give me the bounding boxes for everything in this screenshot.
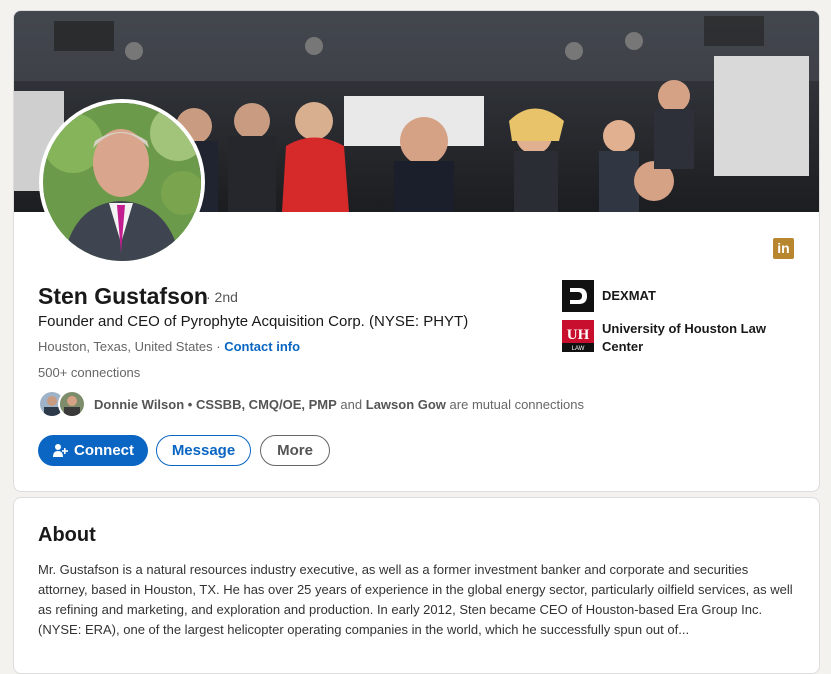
profile-location: Houston, Texas, United States · xyxy=(38,339,221,354)
mutual-connections[interactable]: Donnie Wilson • CSSBB, CMQ/OE, PMP and L… xyxy=(38,389,584,419)
about-card: About Mr. Gustafson is a natural resourc… xyxy=(13,497,820,674)
profile-headline: Founder and CEO of Pyrophyte Acquisition… xyxy=(38,313,469,330)
linkedin-icon[interactable]: in xyxy=(773,238,794,259)
uh-law-logo-text: LAW xyxy=(572,346,585,352)
education-name-uh-law: University of Houston Law Center xyxy=(602,321,766,354)
connect-label: Connect xyxy=(74,442,134,459)
dexmat-logo-icon xyxy=(562,280,594,312)
connection-degree: · 2nd xyxy=(206,289,238,305)
profile-location-row: Houston, Texas, United States · Contact … xyxy=(38,339,300,354)
experience-item-dexmat[interactable]: DEXMAT xyxy=(562,280,782,312)
contact-info-link[interactable]: Contact info xyxy=(224,339,300,354)
education-item-uh-law[interactable]: UH LAW University of Houston Law Center xyxy=(562,320,782,356)
about-text: Mr. Gustafson is a natural resources ind… xyxy=(38,562,793,637)
experience-name-dexmat: DEXMAT xyxy=(602,288,656,303)
profile-name: Sten Gustafson xyxy=(38,283,208,309)
uh-law-logo-icon: UH LAW xyxy=(562,320,594,352)
message-button[interactable]: Message xyxy=(156,435,251,466)
connections-count[interactable]: 500+ connections xyxy=(38,365,140,380)
mutual-person-2: Lawson Gow xyxy=(365,396,446,412)
mutual-connections-text: Donnie Wilson • CSSBB, CMQ/OE, PMP and L… xyxy=(94,397,584,412)
mutual-person-1-credentials: • CSSBB, CMQ/OE, PMP xyxy=(187,396,337,412)
mutual-tail: are mutual connections xyxy=(449,396,584,412)
about-title: About xyxy=(38,524,96,546)
svg-text:UH: UH xyxy=(567,327,590,343)
profile-avatar[interactable] xyxy=(39,99,205,265)
mutual-joiner: and xyxy=(340,396,363,412)
mutual-person-1: Donnie Wilson xyxy=(94,396,185,412)
more-button[interactable]: More xyxy=(260,435,330,466)
add-person-icon xyxy=(52,443,68,459)
profile-top-card: in Sten Gustafson · 2nd Founder and CEO … xyxy=(13,10,820,492)
connect-button[interactable]: Connect xyxy=(38,435,148,466)
mutual-avatar-2 xyxy=(58,390,86,418)
